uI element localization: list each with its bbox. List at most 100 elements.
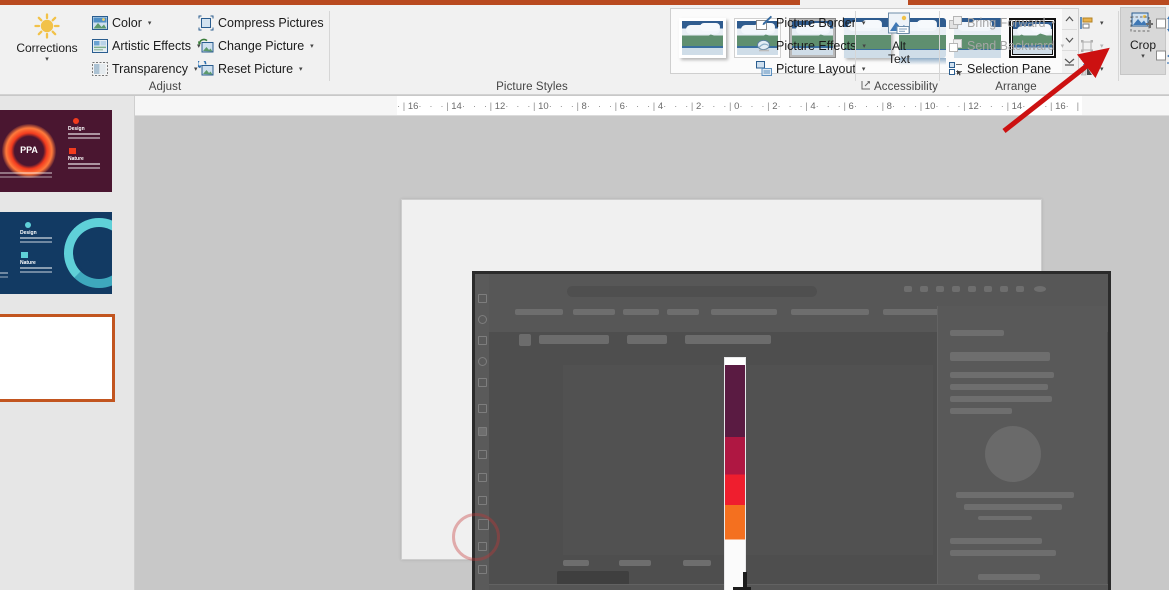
ruler-minor-ticks: ·| xyxy=(397,100,408,112)
color-picture-icon xyxy=(92,15,108,31)
ruler-label: 12 xyxy=(494,100,506,112)
group-separator xyxy=(939,11,940,81)
tool-icon xyxy=(478,378,487,387)
tool-icon xyxy=(478,427,487,436)
picture-effects-button[interactable]: Picture Effects ▾ xyxy=(752,36,870,55)
cursor-click-indicator xyxy=(452,513,500,561)
avatar-subcaption xyxy=(978,516,1032,520)
style-preview xyxy=(682,21,723,55)
nav-link xyxy=(685,335,771,344)
chevron-down-icon: ▾ xyxy=(310,42,314,50)
send-backward-label: Send Backward xyxy=(967,38,1055,53)
thumb2-icon-1 xyxy=(25,222,31,228)
thumb1-badge: PPA xyxy=(20,145,38,155)
compress-pictures-label: Compress Pictures xyxy=(218,15,324,30)
thumb2-icon-2 xyxy=(21,252,28,258)
ruler-minor-ticks: · · ·| xyxy=(663,100,696,112)
win-ctrl xyxy=(1000,286,1008,292)
cropped-picture[interactable] xyxy=(472,271,1111,590)
ruler-label: 10 xyxy=(924,100,936,112)
slide-thumbnail-3[interactable] xyxy=(0,314,115,402)
bring-forward-icon xyxy=(949,15,963,30)
chevron-down-icon: ▾ xyxy=(299,65,303,73)
selection-pane-button[interactable]: Selection Pane xyxy=(945,59,1055,78)
rotate-objects-button[interactable]: ▾ xyxy=(1076,59,1108,78)
slide-thumbnail-1[interactable]: PPA Design Nature xyxy=(0,110,112,192)
bookmark-item xyxy=(623,309,659,315)
crop-selection-strip[interactable] xyxy=(724,357,746,590)
ruler-minor-ticks: · · ·| xyxy=(978,100,1012,112)
group-separator xyxy=(1118,11,1119,81)
thumb1-body-text xyxy=(0,172,52,174)
picture-border-label: Picture Border xyxy=(776,15,856,30)
picture-layout-button[interactable]: Picture Layout ▾ xyxy=(752,59,869,78)
thumb1-heading-1: Design xyxy=(68,126,85,132)
slide-thumbnail-pane[interactable]: PPA Design Nature ign Design Nature xyxy=(0,96,135,590)
page-sidebar xyxy=(937,306,1107,590)
ruler-label: 14 xyxy=(1011,100,1023,112)
group-label-picture-styles: Picture Styles xyxy=(496,81,568,93)
bookmark-item xyxy=(791,309,869,315)
artistic-effects-button[interactable]: Artistic Effects ▾ xyxy=(88,36,204,55)
thumb1-lines-1 xyxy=(68,133,100,135)
alt-text-button[interactable]: Alt Text xyxy=(875,11,923,73)
group-label-adjust: Adjust xyxy=(148,81,182,93)
reset-picture-button[interactable]: Reset Picture ▾ xyxy=(194,58,307,78)
compress-pictures-button[interactable]: Compress Pictures xyxy=(194,13,328,32)
chevron-down-icon: ▾ xyxy=(1060,42,1065,50)
sidebar-heading xyxy=(950,352,1050,361)
crop-icon xyxy=(1128,11,1158,39)
avatar-caption xyxy=(956,492,1074,498)
ruler-label: 12 xyxy=(968,100,979,112)
border-pen-icon xyxy=(756,15,773,31)
sun-icon xyxy=(32,12,62,42)
color-label: Color xyxy=(112,15,142,30)
align-objects-button[interactable]: ▾ xyxy=(1076,13,1108,32)
crop-handle-right[interactable] xyxy=(743,572,747,590)
bookmark-item xyxy=(515,309,563,315)
bring-forward-button[interactable]: Bring Forward ▾ xyxy=(945,13,1059,32)
chevron-down-icon: ▾ xyxy=(1100,42,1104,50)
win-ctrl xyxy=(920,286,928,292)
avatar xyxy=(985,426,1041,482)
alt-text-icon xyxy=(884,12,914,40)
transparency-button[interactable]: Transparency ▾ xyxy=(88,59,201,78)
artistic-effects-icon xyxy=(92,38,108,54)
slide-thumbnail-2[interactable]: ign Design Nature xyxy=(0,212,112,294)
sidebar-footer-line xyxy=(950,538,1042,544)
browser-url-bar xyxy=(567,286,817,297)
chevron-down-icon: ▾ xyxy=(1100,65,1104,73)
chevron-down-icon: ▾ xyxy=(45,56,49,63)
win-ctrl xyxy=(1016,286,1024,292)
tool-icon xyxy=(478,473,487,482)
crop-label: Crop xyxy=(1129,38,1156,52)
accessibility-dialog-launcher[interactable] xyxy=(861,80,871,92)
picture-style-simple-frame-white[interactable] xyxy=(679,18,726,58)
slide-page[interactable] xyxy=(401,199,1111,590)
send-backward-button[interactable]: Send Backward ▾ xyxy=(945,36,1068,55)
win-ctrl xyxy=(968,286,976,292)
ruler-minor-ticks: · · ·| xyxy=(739,100,773,112)
page-actions-row xyxy=(563,560,863,570)
corrections-button[interactable]: Corrections ▾ xyxy=(10,11,84,73)
ribbon-group-size: Crop ▾ Size xyxy=(1120,5,1169,95)
ruler-minor-ticks: · · ·| xyxy=(505,100,539,112)
sidebar-body-line xyxy=(950,372,1054,378)
horizontal-ruler[interactable]: ·| 16 · · ·| 14 · · ·| 12 · · ·| 10 · · ·| 8 … xyxy=(135,96,1169,116)
win-ctrl xyxy=(952,286,960,292)
like-action xyxy=(563,560,589,566)
corrections-label: Corrections xyxy=(16,41,78,55)
color-button[interactable]: Color ▾ xyxy=(88,13,155,32)
group-label-accessibility: Accessibility xyxy=(874,81,938,93)
shape-height-stepper[interactable] xyxy=(1156,15,1169,36)
sidebar-body-line xyxy=(950,408,1012,414)
change-picture-label: Change Picture xyxy=(218,38,305,53)
slide-canvas-area[interactable] xyxy=(136,117,1169,590)
shape-width-stepper[interactable] xyxy=(1156,47,1169,68)
tool-icon xyxy=(478,496,487,505)
group-objects-button[interactable]: ▾ xyxy=(1076,36,1108,55)
sidebar-body-line xyxy=(950,396,1052,402)
change-picture-button[interactable]: Change Picture ▾ xyxy=(194,36,318,55)
picture-border-button[interactable]: Picture Border ▾ xyxy=(752,13,869,32)
rotate-icon xyxy=(1080,62,1094,76)
